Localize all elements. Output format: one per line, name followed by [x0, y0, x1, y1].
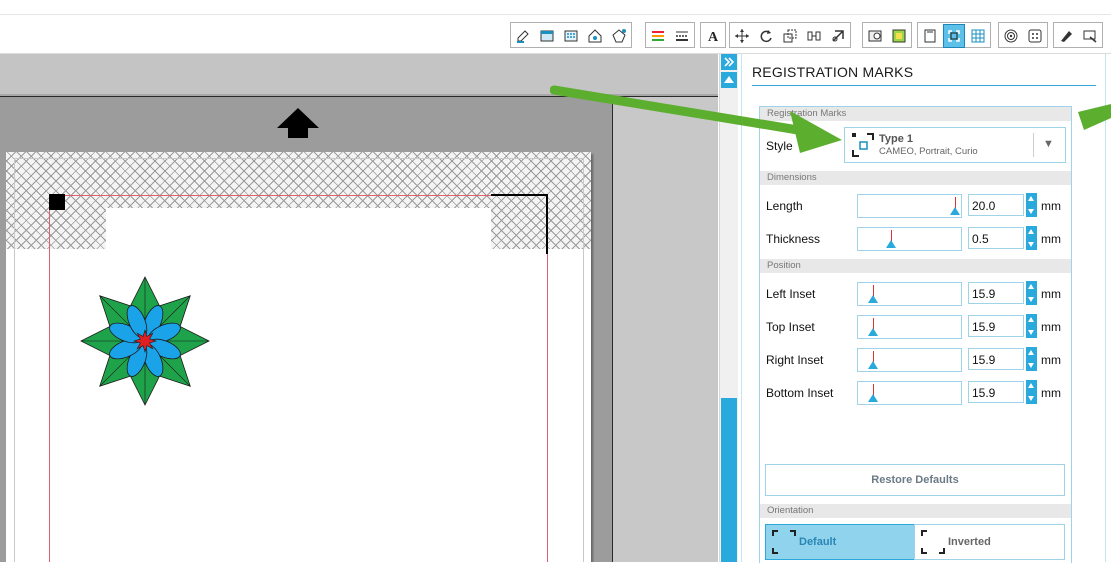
- bottom-inset-stepper[interactable]: [1026, 380, 1037, 404]
- fill-icon[interactable]: [536, 24, 558, 48]
- page-icon[interactable]: [864, 24, 886, 48]
- orientation-inverted-icon: [921, 530, 945, 554]
- thickness-label: Thickness: [766, 232, 821, 246]
- send-icon[interactable]: [1079, 24, 1101, 48]
- cut-icon[interactable]: [1055, 24, 1077, 48]
- bottom-inset-unit: mm: [1041, 386, 1061, 400]
- left-inset-slider[interactable]: [857, 282, 962, 306]
- length-stepper[interactable]: [1026, 193, 1037, 217]
- left-inset-label: Left Inset: [766, 287, 816, 301]
- toolbar-group-page: [862, 22, 912, 48]
- thickness-slider[interactable]: [857, 227, 962, 251]
- toolbar-group-setup: [917, 22, 991, 48]
- svg-text:A: A: [708, 30, 719, 44]
- move-icon[interactable]: [827, 24, 849, 48]
- line-style-icon[interactable]: [671, 24, 693, 48]
- panel-title: REGISTRATION MARKS: [752, 64, 914, 80]
- bottom-inset-slider[interactable]: [857, 381, 962, 405]
- rotate-icon[interactable]: [755, 24, 777, 48]
- section-orientation: Orientation: [760, 504, 1071, 518]
- thickness-input[interactable]: 0.5: [968, 227, 1024, 249]
- panel-body: Registration Marks Style Type 1 CAMEO, P…: [759, 106, 1072, 563]
- transform-icon[interactable]: [731, 24, 753, 48]
- toolbar: A: [0, 15, 1111, 54]
- style-type: Type 1: [879, 133, 914, 145]
- right-inset-stepper[interactable]: [1026, 347, 1037, 371]
- dropdown-arrow-icon[interactable]: ▼: [1043, 138, 1054, 150]
- top-inset-label: Top Inset: [766, 320, 815, 334]
- left-inset-unit: mm: [1041, 287, 1061, 301]
- collapse-panel-button[interactable]: [721, 54, 737, 70]
- page-setup-icon[interactable]: [919, 24, 941, 48]
- registration-type-1-icon: [852, 133, 874, 157]
- line-color-icon[interactable]: [647, 24, 669, 48]
- pen-icon[interactable]: [512, 24, 534, 48]
- orientation-default-icon: [772, 530, 796, 554]
- style-description: CAMEO, Portrait, Curio: [879, 146, 978, 157]
- right-inset-label: Right Inset: [766, 353, 824, 367]
- registration-marks-panel: REGISTRATION MARKS Registration Marks St…: [741, 54, 1106, 563]
- toolbar-group-text: A: [700, 22, 726, 48]
- orientation-inverted-label: Inverted: [948, 536, 991, 548]
- pattern-icon[interactable]: [560, 24, 582, 48]
- image-icon[interactable]: [888, 24, 910, 48]
- style-label: Style: [766, 139, 793, 153]
- grid-icon[interactable]: [967, 24, 989, 48]
- left-inset-input[interactable]: 15.9: [968, 282, 1024, 304]
- top-strip: [0, 0, 1111, 15]
- thickness-stepper[interactable]: [1026, 226, 1037, 250]
- toolbar-group-lines: [645, 22, 695, 48]
- registration-mark-corner: [491, 194, 548, 254]
- top-inset-input[interactable]: 15.9: [968, 315, 1024, 337]
- section-position: Position: [760, 259, 1071, 273]
- length-label: Length: [766, 199, 803, 213]
- toolbar-group-send: [1053, 22, 1103, 48]
- scrollbar-thumb[interactable]: [721, 398, 737, 562]
- top-inset-unit: mm: [1041, 320, 1061, 334]
- length-slider[interactable]: [857, 194, 962, 218]
- bottom-inset-input[interactable]: 15.9: [968, 381, 1024, 403]
- section-dimensions: Dimensions: [760, 171, 1071, 185]
- section-registration: Registration Marks: [760, 107, 1071, 121]
- scale-icon[interactable]: [779, 24, 801, 48]
- top-inset-stepper[interactable]: [1026, 314, 1037, 338]
- shape-icon[interactable]: [584, 24, 606, 48]
- restore-defaults-button[interactable]: Restore Defaults: [765, 464, 1065, 496]
- design-canvas[interactable]: [0, 54, 718, 562]
- polygon-icon[interactable]: [608, 24, 630, 48]
- registration-mark-square: [49, 194, 65, 210]
- orientation-default-button[interactable]: Default: [765, 524, 915, 560]
- style-dropdown[interactable]: Type 1 CAMEO, Portrait, Curio ▼: [844, 127, 1066, 163]
- registration-icon[interactable]: [943, 24, 965, 48]
- right-inset-slider[interactable]: [857, 348, 962, 372]
- feed-direction-arrow-icon: [277, 108, 319, 138]
- toolbar-group-draw: [510, 22, 632, 48]
- canvas-scrollbar[interactable]: [719, 54, 738, 562]
- right-inset-unit: mm: [1041, 353, 1061, 367]
- scroll-up-button[interactable]: [721, 72, 737, 88]
- right-inset-input[interactable]: 15.9: [968, 348, 1024, 370]
- text-icon[interactable]: A: [702, 24, 724, 48]
- offset-icon[interactable]: [1024, 24, 1046, 48]
- trace-icon[interactable]: [1000, 24, 1022, 48]
- top-inset-slider[interactable]: [857, 315, 962, 339]
- toolbar-group-transform: [729, 22, 851, 48]
- orientation-inverted-button[interactable]: Inverted: [914, 524, 1065, 560]
- cutting-mat-margin: [612, 96, 718, 562]
- left-inset-stepper[interactable]: [1026, 281, 1037, 305]
- bottom-inset-label: Bottom Inset: [766, 386, 834, 400]
- flower-shape[interactable]: [78, 274, 212, 408]
- thickness-unit: mm: [1041, 232, 1061, 246]
- cutting-mat-top: [0, 54, 718, 94]
- toolbar-group-trace: [998, 22, 1048, 48]
- orientation-default-label: Default: [799, 536, 837, 548]
- align-icon[interactable]: [803, 24, 825, 48]
- length-input[interactable]: 20.0: [968, 194, 1024, 216]
- length-unit: mm: [1041, 199, 1061, 213]
